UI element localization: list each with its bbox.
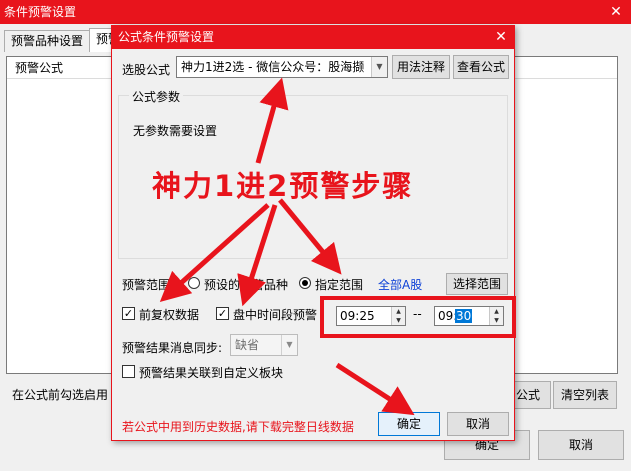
time-start-value: 09:25 [340, 309, 375, 323]
intraday-period-label[interactable]: 盘中时间段预警 [233, 306, 317, 323]
formula-label: 选股公式 [122, 63, 171, 77]
adjusted-data-label[interactable]: 前复权数据 [139, 306, 199, 323]
formula-params-group: 公式参数 无参数需要设置 [118, 88, 508, 259]
time-separator: -- [413, 307, 422, 321]
spin-updown-icon[interactable]: ▲ ▼ [391, 307, 405, 325]
sync-label: 预警结果消息同步: [122, 341, 223, 355]
adjusted-data-checkbox[interactable]: ✓ [122, 307, 135, 320]
formula-condition-warning-dialog: 公式条件预警设置 ✕ 选股公式 神力1进2选 - 微信公众号：股海撷 ▼ 用法注… [111, 25, 515, 441]
all-a-shares-text: 全部A股 [378, 278, 423, 292]
radio-preset-variety[interactable] [188, 277, 200, 289]
cancel-button[interactable]: 取消 [447, 412, 509, 436]
background-cancel-button[interactable]: 取消 [538, 430, 624, 460]
background-close-icon[interactable]: ✕ [605, 0, 627, 24]
select-range-button[interactable]: 选择范围 [446, 273, 508, 295]
formula-select[interactable]: 神力1进2选 - 微信公众号：股海撷 ▼ [176, 56, 388, 78]
link-custom-block-label[interactable]: 预警结果关联到自定义板块 [139, 364, 283, 381]
formula-params-legend: 公式参数 [129, 88, 184, 105]
chevron-down-icon: ▼ [281, 335, 297, 355]
radio-specified-range-label[interactable]: 指定范围 [315, 276, 363, 293]
syntax-notes-button[interactable]: 用法注释 [392, 55, 450, 79]
history-data-warning: 若公式中用到历史数据,请下载完整日线数据 [122, 420, 354, 434]
background-window-title: 条件预警设置 [4, 5, 77, 19]
enable-hint-text: 在公式前勾选启用 [12, 388, 109, 402]
sync-select-value: 缺省 [235, 338, 260, 352]
chevron-down-icon[interactable]: ▼ [371, 57, 387, 77]
dialog-titlebar: 公式条件预警设置 [112, 26, 514, 49]
radio-specified-range[interactable] [299, 277, 311, 289]
time-start-input[interactable]: 09:25 ▲ ▼ [336, 306, 406, 326]
dialog-close-icon[interactable]: ✕ [490, 26, 512, 49]
link-custom-block-checkbox[interactable] [122, 365, 135, 378]
no-params-text: 无参数需要设置 [133, 124, 218, 138]
background-window-titlebar: 条件预警设置 [0, 0, 631, 24]
view-formula-button[interactable]: 查看公式 [453, 55, 509, 79]
formula-select-value: 神力1进2选 - 微信公众号：股海撷 [181, 60, 365, 74]
warning-range-label: 预警范围 [122, 278, 171, 292]
time-end-input[interactable]: 09: 30 ▲ ▼ [434, 306, 504, 326]
intraday-period-checkbox[interactable]: ✓ [216, 307, 229, 320]
time-end-minute-selected[interactable]: 30 [455, 309, 473, 323]
ok-button[interactable]: 确定 [378, 412, 440, 436]
dialog-title: 公式条件预警设置 [118, 30, 215, 44]
tab-warning-variety-settings[interactable]: 预警品种设置 [4, 30, 90, 52]
sync-select: 缺省 ▼ [230, 334, 298, 356]
radio-preset-variety-label[interactable]: 预设的预警品种 [204, 276, 288, 293]
clear-list-button[interactable]: 清空列表 [553, 381, 617, 409]
spin-updown-icon[interactable]: ▲ ▼ [489, 307, 503, 325]
